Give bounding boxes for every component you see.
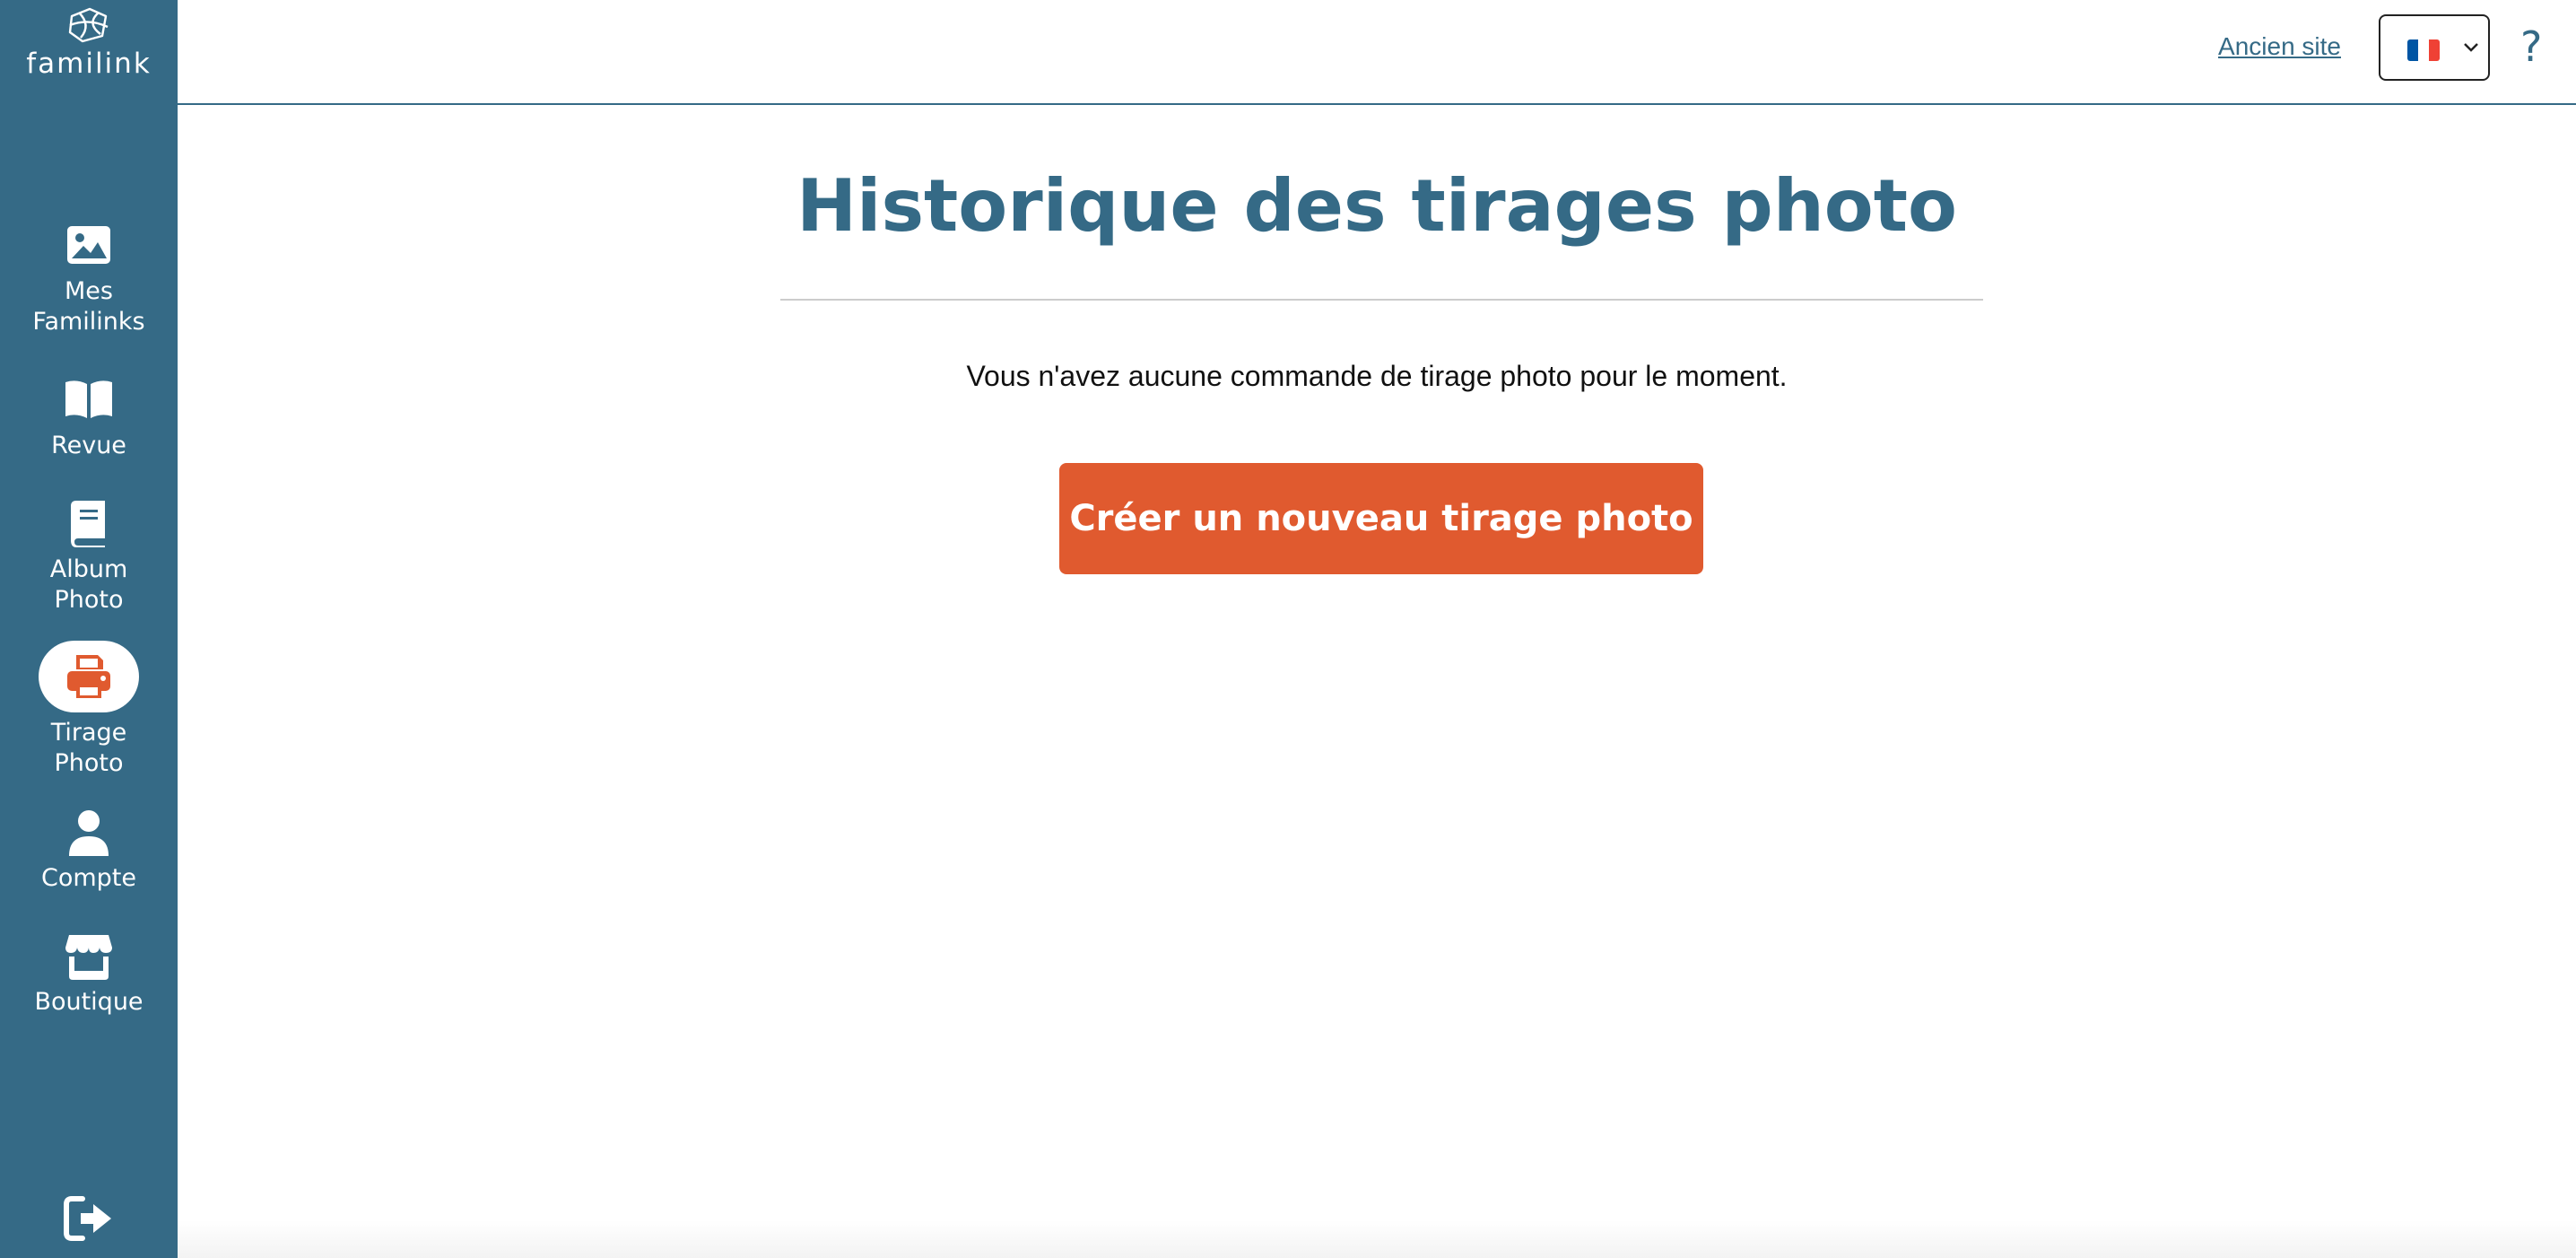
nav-mes-familinks[interactable]: Mes Familinks xyxy=(0,221,178,337)
bottom-shade xyxy=(178,1220,2576,1258)
top-bar: Ancien site ? xyxy=(178,0,2576,105)
book-icon xyxy=(71,501,105,547)
language-select[interactable] xyxy=(2379,14,2490,81)
active-indicator xyxy=(39,641,139,712)
nav-label: Compte xyxy=(40,864,136,892)
store-icon xyxy=(65,935,112,980)
french-flag-icon xyxy=(2407,39,2440,61)
nav-tirage-photo[interactable]: Tirage Photo xyxy=(0,641,178,779)
nav-label: Album Photo xyxy=(49,555,128,614)
nav-label: Tirage Photo xyxy=(50,719,127,777)
title-divider xyxy=(780,299,1983,301)
nav-compte[interactable]: Compte xyxy=(0,808,178,894)
logout-icon[interactable] xyxy=(63,1193,115,1244)
nav-album-photo[interactable]: Album Photo xyxy=(0,499,178,616)
book-open-icon xyxy=(65,380,112,418)
logo-icon xyxy=(68,7,109,43)
nav-label: Boutique xyxy=(34,988,144,1016)
nav-revue[interactable]: Revue xyxy=(0,375,178,461)
create-print-button[interactable]: Créer un nouveau tirage photo xyxy=(1059,463,1703,574)
empty-state-message: Vous n'avez aucune commande de tirage ph… xyxy=(966,360,1788,392)
image-icon xyxy=(67,226,110,264)
user-icon xyxy=(69,810,109,856)
old-site-link[interactable]: Ancien site xyxy=(2218,31,2341,63)
logo-text: familink xyxy=(26,48,152,80)
help-icon[interactable]: ? xyxy=(2520,20,2542,74)
sidebar: familink Mes Familinks Revue Album Photo xyxy=(0,0,178,1258)
main-content: Historique des tirages photo Vous n'avez… xyxy=(178,105,2576,1258)
nav-label: Mes Familinks xyxy=(32,277,145,336)
nav-label: Revue xyxy=(51,432,126,459)
printer-icon xyxy=(67,655,110,698)
chevron-down-icon xyxy=(2464,43,2478,52)
familink-logo[interactable]: familink xyxy=(0,5,178,79)
nav-boutique[interactable]: Boutique xyxy=(0,931,178,1018)
page-title: Historique des tirages photo xyxy=(796,164,1957,248)
